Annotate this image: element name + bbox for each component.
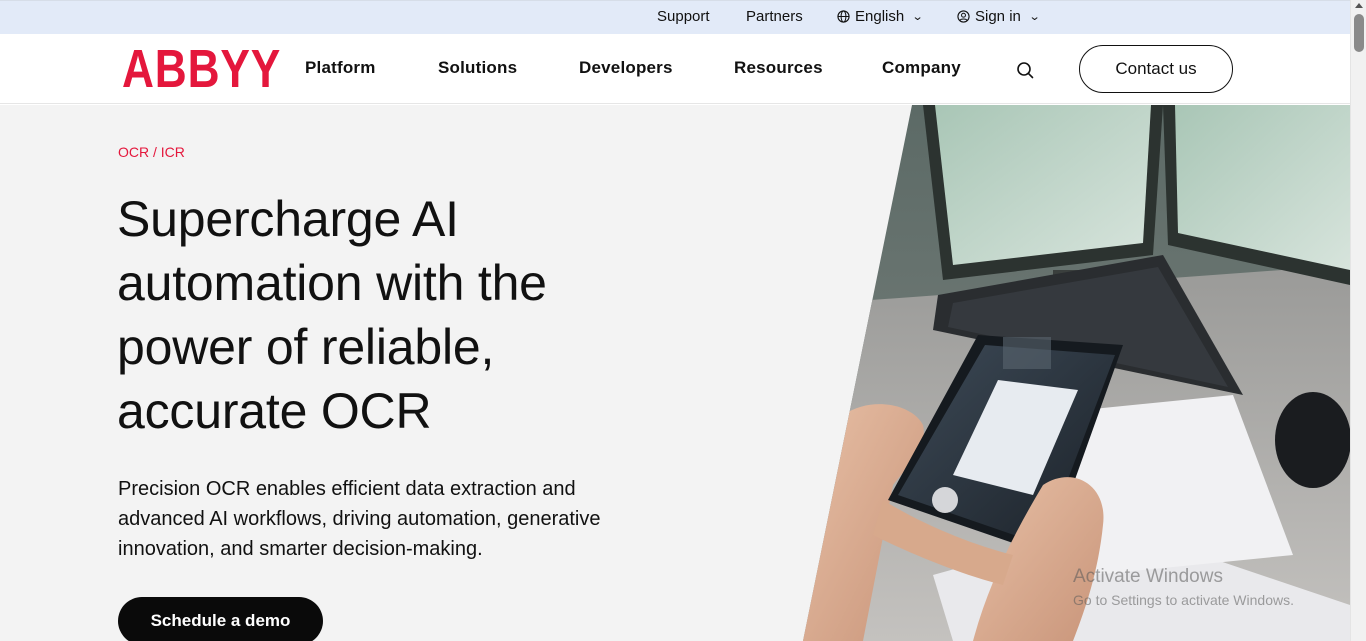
- scroll-thumb[interactable]: [1354, 14, 1364, 52]
- hero-eyebrow[interactable]: OCR / ICR: [118, 144, 185, 160]
- chevron-down-icon: ⌄: [1028, 11, 1041, 23]
- chevron-down-icon: ⌄: [911, 11, 924, 23]
- watermark-subtitle: Go to Settings to activate Windows.: [1073, 592, 1294, 608]
- hero-subtext: Precision OCR enables efficient data ext…: [118, 478, 601, 560]
- language-selector[interactable]: English ⌄: [837, 8, 924, 25]
- nav-item-developers[interactable]: Developers: [579, 58, 673, 78]
- page-scrollbar[interactable]: [1350, 0, 1366, 641]
- globe-icon: [837, 10, 850, 23]
- scroll-up-icon[interactable]: [1355, 3, 1363, 8]
- schedule-demo-button[interactable]: Schedule a demo: [118, 597, 323, 641]
- language-label: English: [855, 8, 905, 25]
- user-icon: [957, 10, 970, 23]
- support-label: Support: [657, 8, 710, 25]
- nav-item-company[interactable]: Company: [882, 58, 961, 78]
- signin-menu[interactable]: Sign in ⌄: [957, 8, 1041, 25]
- hero-section: OCR / ICR Supercharge AI automation with…: [0, 105, 1350, 641]
- nav-item-solutions[interactable]: Solutions: [438, 58, 517, 78]
- main-nav: ABBYY Platform Solutions Developers Reso…: [0, 34, 1350, 104]
- signin-label: Sign in: [975, 8, 1021, 25]
- watermark-title: Activate Windows: [1073, 566, 1223, 587]
- nav-item-resources[interactable]: Resources: [734, 58, 823, 78]
- utility-bar: Support Partners English ⌄ Sign in ⌄: [0, 0, 1350, 34]
- hero-headline: Supercharge AI automation with the power…: [117, 191, 547, 439]
- nav-item-platform[interactable]: Platform: [305, 58, 376, 78]
- search-icon[interactable]: [1014, 59, 1036, 81]
- partners-link[interactable]: Partners: [746, 8, 803, 25]
- hero-photo: [803, 105, 1350, 641]
- contact-us-button[interactable]: Contact us: [1079, 45, 1233, 93]
- support-link[interactable]: Support: [657, 8, 710, 25]
- activate-windows-watermark: Activate Windows Go to Settings to activ…: [1073, 566, 1294, 608]
- abbyy-logo[interactable]: ABBYY: [122, 42, 281, 96]
- partners-label: Partners: [746, 8, 803, 25]
